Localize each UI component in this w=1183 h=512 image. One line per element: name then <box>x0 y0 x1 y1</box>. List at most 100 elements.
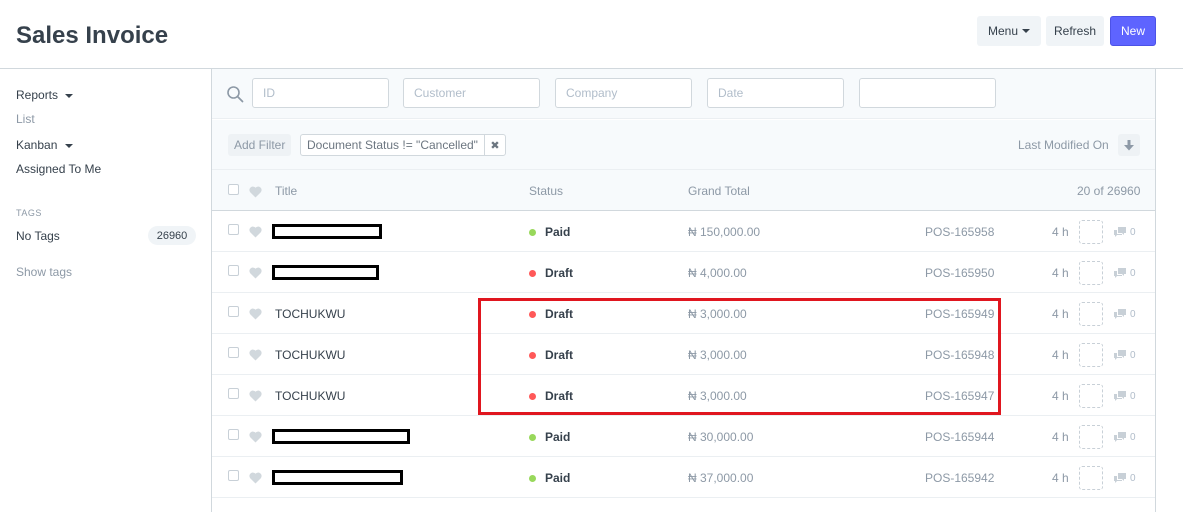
comments-icon <box>1114 473 1126 483</box>
table-row[interactable]: Paid ₦ 37,000.00 POS-165942 4 h 0 <box>212 457 1155 498</box>
row-document-name[interactable]: POS-165942 <box>925 471 994 485</box>
row-modified-time: 4 h <box>1052 471 1069 485</box>
comments-icon <box>1114 391 1126 401</box>
row-checkbox[interactable] <box>228 429 239 440</box>
heart-icon[interactable] <box>249 267 262 279</box>
row-title[interactable]: TOCHUKWU <box>275 348 345 362</box>
row-checkbox[interactable] <box>228 470 239 481</box>
assignee-avatar-placeholder[interactable] <box>1079 343 1103 367</box>
row-grand-total: ₦ 3,000.00 <box>688 389 747 403</box>
status-column-header: Status <box>529 184 564 198</box>
sidebar-item-assigned-to-me[interactable]: Assigned To Me <box>16 162 101 176</box>
page-header: Sales Invoice Menu Refresh New <box>0 0 1183 69</box>
row-checkbox[interactable] <box>228 306 239 317</box>
arrow-down-icon <box>1124 139 1134 150</box>
table-row[interactable]: TOCHUKWU Draft ₦ 3,000.00 POS-165949 4 h 0 <box>212 293 1155 334</box>
page-title: Sales Invoice <box>16 22 169 49</box>
heart-icon[interactable] <box>249 349 262 361</box>
assignee-avatar-placeholder[interactable] <box>1079 466 1103 490</box>
sidebar-item-label: Reports <box>16 88 59 102</box>
row-title[interactable]: TOCHUKWU <box>275 307 345 321</box>
assignee-avatar-placeholder[interactable] <box>1079 384 1103 408</box>
status-indicator-dot <box>529 229 536 236</box>
row-status: Paid <box>545 430 571 444</box>
row-modified-time: 4 h <box>1052 348 1069 362</box>
status-indicator-dot <box>529 352 536 359</box>
heart-icon[interactable] <box>249 431 262 443</box>
status-indicator-dot <box>529 393 536 400</box>
row-checkbox[interactable] <box>228 224 239 235</box>
comments-icon <box>1114 432 1126 442</box>
redacted-title-box <box>272 429 410 444</box>
table-row[interactable]: TOCHUKWU Draft ₦ 3,000.00 POS-165947 4 h 0 <box>212 375 1155 416</box>
comment-count: 0 <box>1130 268 1136 279</box>
row-modified-time: 4 h <box>1052 389 1069 403</box>
row-document-name[interactable]: POS-165947 <box>925 389 994 403</box>
assignee-avatar-placeholder[interactable] <box>1079 220 1103 244</box>
row-document-name[interactable]: POS-165944 <box>925 430 994 444</box>
remove-filter-icon[interactable]: ✖ <box>485 139 505 152</box>
comment-count: 0 <box>1130 391 1136 402</box>
row-modified-time: 4 h <box>1052 266 1069 280</box>
refresh-button[interactable]: Refresh <box>1046 16 1104 46</box>
table-row[interactable]: Draft ₦ 4,000.00 POS-165950 4 h 0 <box>212 252 1155 293</box>
assignee-avatar-placeholder[interactable] <box>1079 425 1103 449</box>
row-document-name[interactable]: POS-165949 <box>925 307 994 321</box>
menu-button-label: Menu <box>987 24 1019 38</box>
row-document-name[interactable]: POS-165948 <box>925 348 994 362</box>
add-filter-button[interactable]: Add Filter <box>228 134 292 156</box>
redacted-title-box <box>272 224 382 239</box>
show-tags-link[interactable]: Show tags <box>16 265 72 279</box>
id-filter-input[interactable]: ID <box>252 78 389 108</box>
row-grand-total: ₦ 37,000.00 <box>688 471 754 485</box>
comment-count: 0 <box>1130 227 1136 238</box>
company-filter-input[interactable]: Company <box>555 78 692 108</box>
row-grand-total: ₦ 3,000.00 <box>688 307 747 321</box>
sidebar-item-kanban[interactable]: Kanban <box>16 138 73 152</box>
assignee-avatar-placeholder[interactable] <box>1079 302 1103 326</box>
heart-icon[interactable] <box>249 226 262 238</box>
active-filter-tag[interactable]: Document Status != "Cancelled" ✖ <box>300 134 506 156</box>
sidebar-item-label: Kanban <box>16 138 58 152</box>
search-icon <box>227 86 244 103</box>
row-title[interactable]: TOCHUKWU <box>275 389 345 403</box>
sidebar-item-list[interactable]: List <box>16 112 35 126</box>
row-checkbox[interactable] <box>228 347 239 358</box>
comment-count: 0 <box>1130 432 1136 443</box>
row-document-name[interactable]: POS-165950 <box>925 266 994 280</box>
date-filter-input[interactable]: Date <box>707 78 844 108</box>
extra-filter-input[interactable] <box>859 78 996 108</box>
row-status: Draft <box>545 348 574 362</box>
filter-row: Add Filter Document Status != "Cancelled… <box>212 120 1155 170</box>
heart-icon[interactable] <box>249 472 262 484</box>
sort-order-button[interactable] <box>1118 134 1140 156</box>
redacted-title-box <box>272 470 403 485</box>
row-checkbox[interactable] <box>228 265 239 276</box>
row-status: Paid <box>545 225 571 239</box>
sort-selector[interactable]: Last Modified On <box>1018 138 1109 152</box>
heart-icon[interactable] <box>249 390 262 402</box>
row-modified-time: 4 h <box>1052 225 1069 239</box>
row-document-name[interactable]: POS-165958 <box>925 225 994 239</box>
select-all-checkbox[interactable] <box>228 184 239 195</box>
row-checkbox[interactable] <box>228 388 239 399</box>
grand-total-column-header: Grand Total <box>688 184 750 198</box>
heart-icon[interactable] <box>249 308 262 320</box>
caret-down-icon <box>65 93 74 98</box>
row-modified-time: 4 h <box>1052 307 1069 321</box>
active-filter-label: Document Status != "Cancelled" <box>301 135 485 155</box>
table-row[interactable]: TOCHUKWU Draft ₦ 3,000.00 POS-165948 4 h 0 <box>212 334 1155 375</box>
menu-button[interactable]: Menu <box>977 16 1041 46</box>
heart-icon[interactable] <box>249 186 262 198</box>
sidebar-item-reports[interactable]: Reports <box>16 88 74 102</box>
new-button[interactable]: New <box>1110 16 1156 46</box>
comment-count: 0 <box>1130 309 1136 320</box>
sidebar-item-no-tags[interactable]: No Tags <box>16 229 60 243</box>
customer-filter-input[interactable]: Customer <box>403 78 540 108</box>
table-row[interactable]: Paid ₦ 30,000.00 POS-165944 4 h 0 <box>212 416 1155 457</box>
assignee-avatar-placeholder[interactable] <box>1079 261 1103 285</box>
sidebar: Reports List Kanban Assigned To Me TAGS … <box>0 69 211 512</box>
tags-heading: TAGS <box>16 208 42 218</box>
redacted-title-box <box>272 265 379 280</box>
table-row[interactable]: Paid ₦ 150,000.00 POS-165958 4 h 0 <box>212 211 1155 252</box>
